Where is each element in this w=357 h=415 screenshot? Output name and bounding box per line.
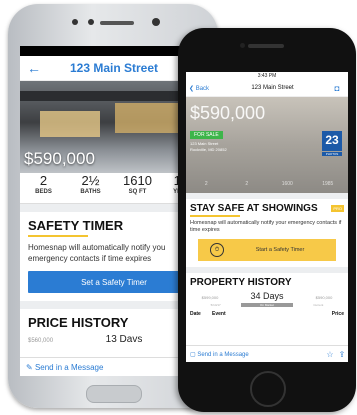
share-icon[interactable]: ⇪ [336,350,348,359]
send-message-button[interactable]: ▢ Send in a Message [186,351,324,358]
page-title: 123 Main Street [251,85,294,91]
stat-baths: 2½ BATHS [67,173,114,203]
set-safety-timer-button[interactable]: Set a Safety Timer [28,271,200,293]
iphone: 3:43 PM ❮ Back 123 Main Street ◘ $590,00… [178,28,356,412]
back-arrow-icon[interactable]: ← [20,60,48,76]
history-start-price: $599,000 [201,295,219,300]
history-days: 13 Davs [105,334,143,345]
start-safety-timer-label: Start a Safety Timer [255,247,305,253]
pro-badge: PRO [331,205,344,212]
sensor-dot [72,19,78,25]
history-start-date: 5/14/17 [210,303,221,307]
col-event: Event [212,311,226,317]
stat-value: 1610 [123,173,152,188]
safety-section-header: STAY SAFE AT SHOWINGS PRO [186,199,348,215]
history-status: On Market [241,303,293,307]
status-bar: 3:43 PM [257,73,277,79]
property-history-title: PROPERTY HISTORY [190,277,292,288]
for-sale-badge: FOR SALE [190,131,223,139]
stat-sqft: 1610 SQ FT [114,173,161,203]
price-history-row: $599,000 34 Days $590,000 [186,289,348,303]
iphone-screen: 3:43 PM ❮ Back 123 Main Street ◘ $590,00… [186,72,348,362]
star-icon[interactable]: ☆ [324,350,336,359]
home-button[interactable] [250,371,286,407]
nav-bar: ❮ Back 123 Main Street ◘ [186,80,348,97]
history-section-header: PROPERTY HISTORY [186,273,348,289]
send-message-label: Send in a Message [34,362,104,372]
history-start-price: $560,000 [28,338,54,344]
house-window [40,111,100,137]
listing-price: $590,000 [24,149,95,168]
stat-label: SQ FT [128,189,147,195]
speaker-grille [248,44,284,48]
col-date: Date [190,311,201,317]
safety-text: Homesnap will automatically notify your … [190,220,342,233]
back-button[interactable]: ❮ Back [186,85,219,92]
photo-count-label: PHOTOS [322,152,342,156]
stat-value: 1600 [281,181,293,187]
safety-title: STAY SAFE AT SHOWINGS [190,203,318,214]
send-message-button[interactable]: ✎ Send in a Message [20,363,188,372]
stat-value: 2 [39,173,48,188]
stat-label: BATHS [80,189,101,195]
house-window [115,103,185,133]
price-history-timeline: 5/14/17 On Market Current [186,303,348,307]
start-safety-timer-button[interactable]: ⏱ Start a Safety Timer [198,239,336,261]
bottom-bar: ▢ Send in a Message ☆ ⇪ [186,345,348,362]
home-button[interactable] [86,385,142,403]
history-end-label: Current [313,303,324,307]
address-line: Rockville, MD 20852 [190,147,227,152]
history-table-header: Date Event Price [186,307,348,317]
stat-value: 2 [204,181,208,187]
stat-value: 1985 [322,181,334,187]
listing-price: $590,000 [190,103,266,123]
front-camera [152,18,160,26]
speaker-grille [100,21,134,25]
send-message-label: Send in a Message [197,351,249,358]
stat-value: 2 [245,181,249,187]
address-line: 123 Main Street [190,141,219,146]
col-price: Price [331,311,344,317]
photo-count-badge[interactable]: 23 [322,131,342,151]
property-stats: 2 2 1600 1985 [186,181,348,187]
camera-icon[interactable]: ◘ [326,84,348,93]
stat-label: BEDS [35,189,52,195]
stat-beds: 2 BEDS [20,173,67,203]
history-end-price: $590,000 [315,295,333,300]
sensor-dot [88,19,94,25]
stat-value: 2½ [81,173,100,188]
timer-icon: ⏱ [210,243,224,257]
listing-photo[interactable]: $590,000 FOR SALE 123 Main Street Rockvi… [186,97,348,193]
history-days: 34 Days [250,291,284,301]
front-camera [240,43,245,48]
